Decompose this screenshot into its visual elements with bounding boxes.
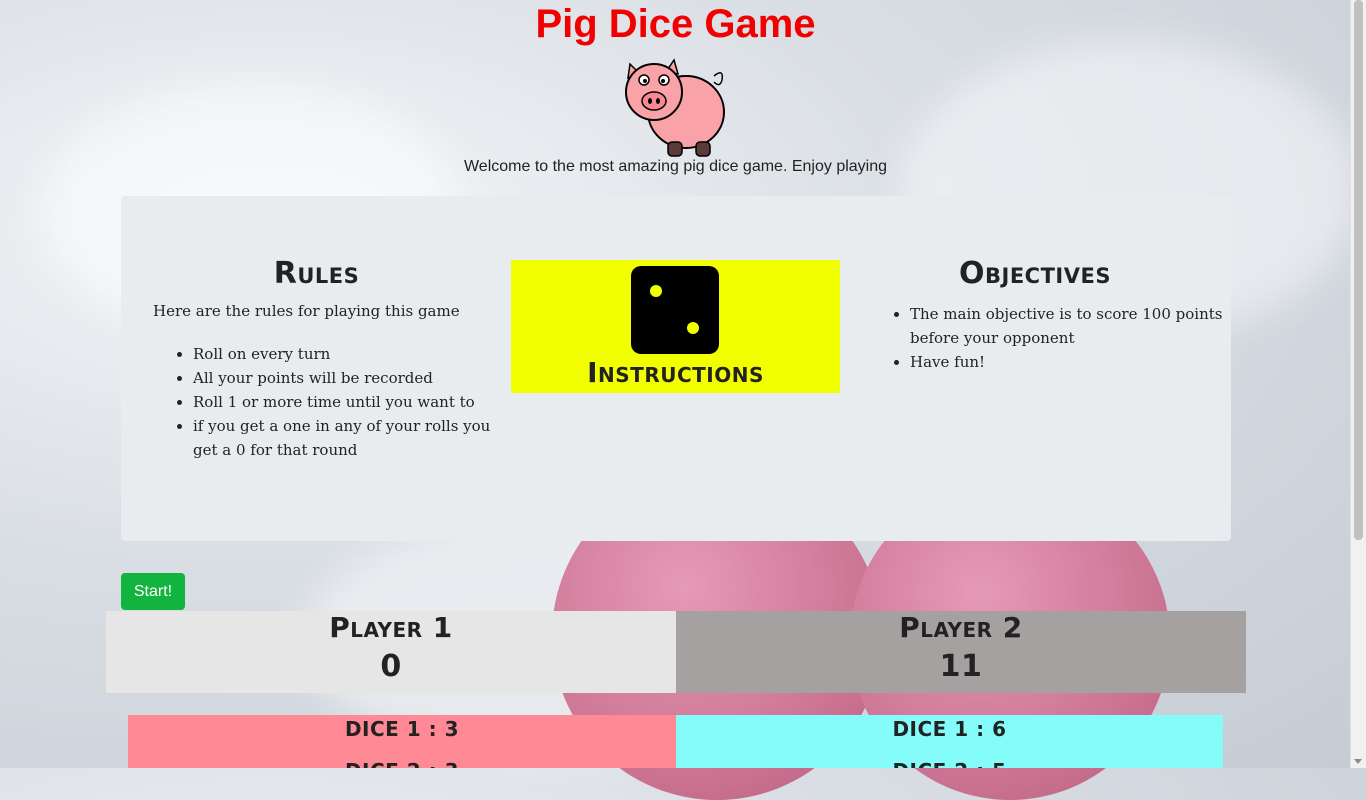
instructions-button[interactable]: Instructions: [511, 260, 840, 393]
player-1-name: Player 1: [329, 611, 453, 644]
player-2-dice-panel: DICE 1 : 6 DICE 2 : 5: [676, 715, 1223, 768]
welcome-text: Welcome to the most amazing pig dice gam…: [463, 158, 888, 175]
rules-list: Roll on every turn All your points will …: [153, 342, 513, 462]
scroll-down-arrow-icon[interactable]: [1354, 759, 1362, 764]
rules-intro: Here are the rules for playing this game: [153, 302, 460, 320]
objectives-list: The main objective is to score 100 point…: [870, 302, 1230, 374]
rule-item: if you get a one in any of your rolls yo…: [193, 414, 513, 462]
rule-item: Roll 1 or more time until you want to: [193, 390, 513, 414]
page-scrollbar[interactable]: [1350, 0, 1366, 768]
objective-item: Have fun!: [910, 350, 1230, 374]
objective-item: The main objective is to score 100 point…: [910, 302, 1230, 350]
player-1-dice-2: DICE 2 : 3: [128, 759, 676, 768]
player-1-dice-panel: DICE 1 : 3 DICE 2 : 3: [128, 715, 676, 768]
pig-logo-icon: [625, 58, 725, 157]
page-title: Pig Dice Game: [535, 2, 816, 46]
player-2-dice-2: DICE 2 : 5: [676, 759, 1223, 768]
scrollbar-thumb[interactable]: [1354, 0, 1363, 540]
player-1-score: 0: [380, 649, 402, 684]
player-1-dice-1: DICE 1 : 3: [344, 717, 460, 741]
player-2-dice-1: DICE 1 : 6: [892, 717, 1007, 741]
rule-item: All your points will be recorded: [193, 366, 513, 390]
dice-icon: [631, 266, 719, 354]
objectives-heading: Objectives: [959, 256, 1111, 291]
start-button[interactable]: Start!: [121, 573, 185, 610]
player-2-name: Player 2: [899, 611, 1023, 644]
rule-item: Roll on every turn: [193, 342, 513, 366]
instructions-label: Instructions: [587, 356, 764, 389]
player-2-score: 11: [939, 649, 983, 684]
rules-heading: Rules: [273, 256, 360, 291]
player-1-panel: Player 1 0: [106, 611, 676, 693]
player-2-panel: Player 2 11: [676, 611, 1246, 693]
